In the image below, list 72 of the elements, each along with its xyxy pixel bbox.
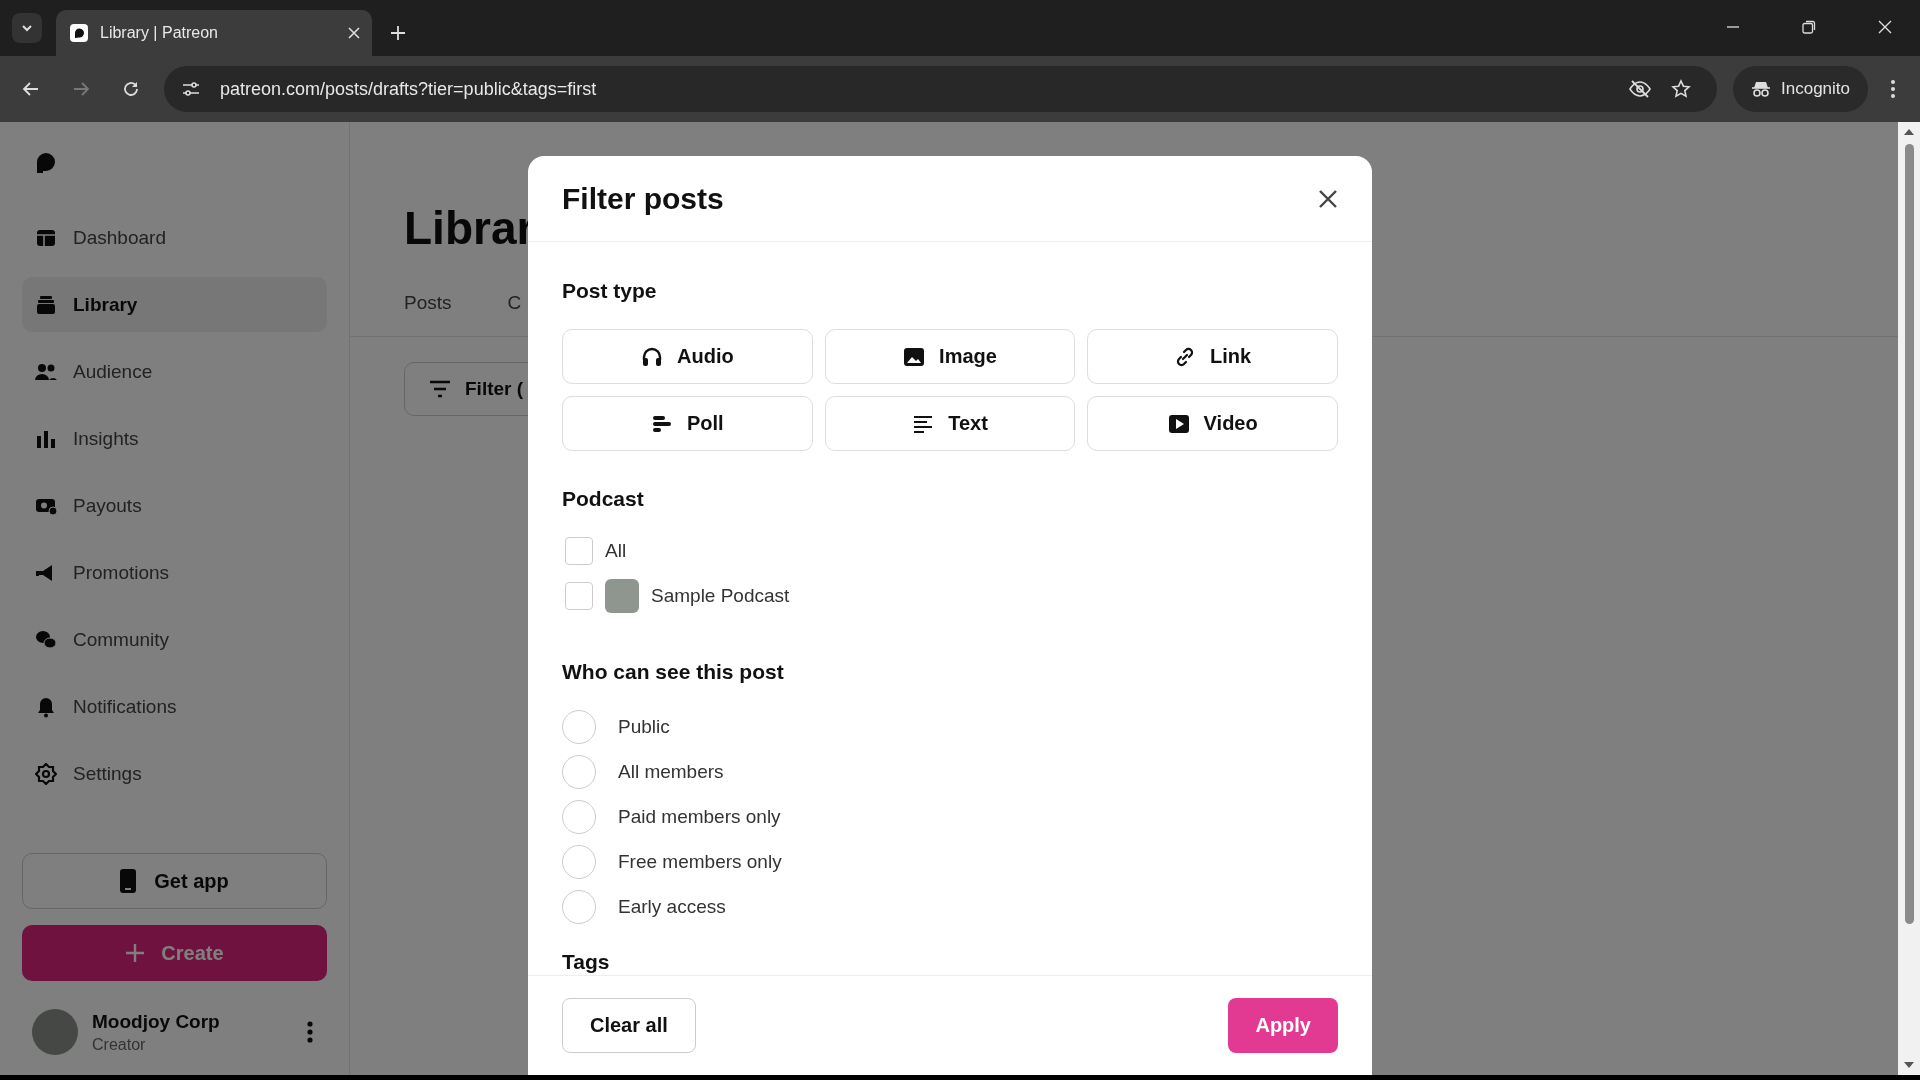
logo-icon[interactable]	[35, 152, 57, 174]
post-type-button[interactable]: Audio	[562, 329, 813, 384]
page-tab[interactable]: C	[507, 292, 522, 314]
reload-icon[interactable]	[122, 80, 140, 98]
apply-button[interactable]: Apply	[1228, 998, 1338, 1054]
restore-icon[interactable]	[1802, 20, 1816, 34]
stack-icon	[35, 293, 57, 316]
more-icon[interactable]	[307, 1021, 313, 1044]
sidebar-item[interactable]: Community	[22, 612, 327, 667]
chat-bubbles-icon	[35, 628, 57, 651]
star-icon[interactable]	[1671, 79, 1691, 99]
radio-label: All members	[618, 760, 724, 783]
site-settings-icon[interactable]	[182, 81, 200, 97]
checkbox[interactable]	[565, 536, 593, 565]
checkbox[interactable]	[565, 581, 593, 610]
bell-icon	[35, 695, 57, 718]
back-icon[interactable]	[22, 80, 40, 98]
eye-slash-icon[interactable]	[1629, 80, 1651, 98]
radio-label: Early access	[618, 895, 726, 918]
user-name: Moodjoy Corp	[92, 1010, 220, 1033]
section-heading: Post type	[562, 278, 658, 304]
plus-icon[interactable]	[390, 25, 406, 41]
sidebar-item[interactable]: Payouts	[22, 478, 327, 533]
forward-icon[interactable]	[72, 80, 90, 98]
user-role: Creator	[92, 1035, 147, 1054]
radio-label: Public	[618, 715, 670, 738]
sidebar-item[interactable]: Dashboard	[22, 210, 327, 265]
post-type-button[interactable]: Video	[1087, 396, 1338, 451]
create-button[interactable]: Create	[22, 925, 327, 982]
sidebar-item[interactable]: Settings	[22, 746, 327, 801]
close-icon[interactable]	[1318, 188, 1338, 209]
sidebar-item[interactable]: Library	[22, 277, 327, 332]
checkbox-label: All	[605, 539, 627, 562]
post-type-button[interactable]: Link	[1087, 329, 1338, 384]
sidebar-item[interactable]: Notifications	[22, 679, 327, 734]
plus-icon	[125, 943, 146, 964]
section-heading: Who can see this post	[562, 659, 785, 685]
page-tab[interactable]: Posts	[404, 292, 452, 314]
post-type-button[interactable]: Poll	[562, 396, 813, 451]
profile-button[interactable]: Incognito	[1733, 66, 1868, 112]
get-app-button[interactable]: Get app	[22, 853, 327, 910]
url-text: patreon.com/posts/drafts?tier=public&tags=first	[220, 78, 597, 100]
image-icon	[903, 345, 926, 368]
post-type-button[interactable]: Image	[824, 329, 1076, 384]
sidebar-item[interactable]: Promotions	[22, 545, 327, 600]
gear-icon	[35, 762, 57, 785]
checkbox-label: Sample Podcast	[651, 584, 790, 607]
scrollbar[interactable]	[1898, 122, 1920, 1076]
sidebar-item[interactable]: Insights	[22, 411, 327, 466]
phone-icon	[120, 869, 137, 894]
address-bar[interactable]: patreon.com/posts/drafts?tier=public&tags=first	[164, 66, 1717, 112]
page-title: Librar	[404, 201, 535, 256]
tab-title: Library | Patreon	[100, 24, 219, 42]
post-type-button[interactable]: Text	[824, 396, 1076, 451]
radio-label: Paid members only	[618, 805, 781, 828]
section-heading: Podcast	[562, 486, 645, 512]
section-heading: Tags	[562, 949, 611, 975]
dialog-title: Filter posts	[562, 181, 724, 216]
tab-list-button[interactable]	[12, 13, 42, 43]
logo-icon	[70, 24, 88, 42]
menu-icon[interactable]	[1890, 79, 1896, 99]
clear-all-button[interactable]: Clear all	[562, 998, 696, 1054]
incognito-icon	[1751, 80, 1771, 98]
play-icon	[1167, 412, 1190, 435]
headphones-icon	[641, 345, 663, 368]
filter-icon	[429, 380, 451, 398]
sidebar-item[interactable]: Audience	[22, 344, 327, 399]
scroll-up-icon[interactable]	[1904, 128, 1914, 136]
podcast-cover-placeholder	[605, 578, 639, 613]
browser-tab[interactable]: Library | Patreon	[56, 10, 372, 56]
scroll-down-icon[interactable]	[1904, 1061, 1914, 1070]
radio-label: Free members only	[618, 850, 782, 873]
